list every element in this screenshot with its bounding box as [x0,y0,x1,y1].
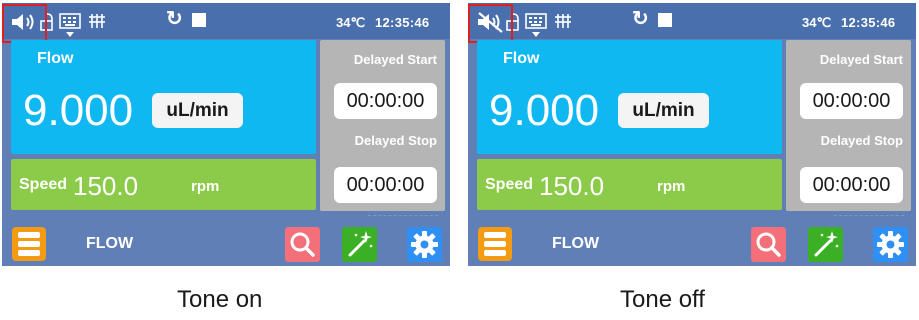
speed-value[interactable]: 150.0 [539,171,604,202]
flow-unit-button[interactable]: uL/min [618,93,709,128]
search-icon [290,232,315,257]
speed-unit: rpm [191,178,220,195]
delayed-stop-time[interactable]: 00:00:00 [334,167,437,203]
flow-unit-button[interactable]: uL/min [152,93,243,128]
temperature-readout: 34℃ [802,15,832,30]
temperature-readout: 34℃ [336,15,366,30]
clock: 12:35:46 [841,15,896,30]
network-icon [89,14,105,28]
delayed-start-label: Delayed Start [353,52,437,67]
delay-panel: Delayed Start 00:00:00 Delayed Stop 00:0… [786,40,911,211]
refresh-icon[interactable]: ↻ [166,9,183,29]
gear-icon [877,231,904,258]
speed-label: Speed [19,176,68,193]
speed-unit: rpm [657,178,686,195]
divider [368,215,438,216]
delayed-start-time[interactable]: 00:00:00 [800,83,903,119]
bottom-bar: FLOW [468,217,916,266]
keyboard-icon[interactable] [59,13,81,29]
menu-icon [484,232,506,238]
delayed-stop-time[interactable]: 00:00:00 [800,167,903,203]
menu-button[interactable] [12,227,46,261]
device-screen-tone-on: ↻ 34℃ 12:35:46 Flow 9.000 uL/min Speed 1… [2,3,450,266]
flow-value[interactable]: 9.000 [489,86,599,136]
magic-wand-icon [814,231,839,257]
flow-label: Flow [503,50,540,67]
settings-button[interactable] [407,227,442,262]
search-button[interactable] [751,227,786,262]
settings-button[interactable] [873,227,908,262]
magic-wand-icon [348,231,373,257]
mode-label: FLOW [86,235,134,252]
divider [834,215,904,216]
keyboard-dropdown-icon [532,32,540,37]
keyboard-icon[interactable] [525,13,547,29]
speed-panel[interactable]: Speed 150.0 rpm [477,159,782,210]
flow-panel[interactable]: Flow 9.000 uL/min [477,40,782,154]
menu-icon [18,232,40,238]
magic-wand-button[interactable] [808,227,843,262]
clock: 12:35:46 [375,15,430,30]
search-button[interactable] [285,227,320,262]
caption-tone-on: Tone on [177,286,263,313]
keyboard-dropdown-icon [66,32,74,37]
refresh-icon[interactable]: ↻ [632,9,649,29]
stop-icon[interactable] [658,13,672,27]
flow-value[interactable]: 9.000 [23,86,133,136]
speaker-highlight-box [468,4,513,43]
bottom-bar: FLOW [2,217,450,266]
delayed-start-time[interactable]: 00:00:00 [334,83,437,119]
delay-panel: Delayed Start 00:00:00 Delayed Stop 00:0… [320,40,445,211]
caption-tone-off: Tone off [620,286,705,313]
status-bar: ↻ 34℃ 12:35:46 [468,3,916,43]
delayed-stop-label: Delayed Stop [820,133,903,148]
speaker-highlight-box [2,4,47,43]
speed-label: Speed [485,176,534,193]
delayed-stop-label: Delayed Stop [354,133,437,148]
search-icon [756,232,781,257]
network-icon [555,14,571,28]
stop-icon[interactable] [192,13,206,27]
delayed-start-label: Delayed Start [819,52,903,67]
speed-panel[interactable]: Speed 150.0 rpm [11,159,316,210]
speed-value[interactable]: 150.0 [73,171,138,202]
device-screen-tone-off: ↻ 34℃ 12:35:46 Flow 9.000 uL/min Speed 1… [468,3,916,266]
menu-button[interactable] [478,227,512,261]
flow-label: Flow [37,50,74,67]
status-bar: ↻ 34℃ 12:35:46 [2,3,450,43]
gear-icon [411,231,438,258]
mode-label: FLOW [552,235,600,252]
flow-panel[interactable]: Flow 9.000 uL/min [11,40,316,154]
magic-wand-button[interactable] [342,227,377,262]
